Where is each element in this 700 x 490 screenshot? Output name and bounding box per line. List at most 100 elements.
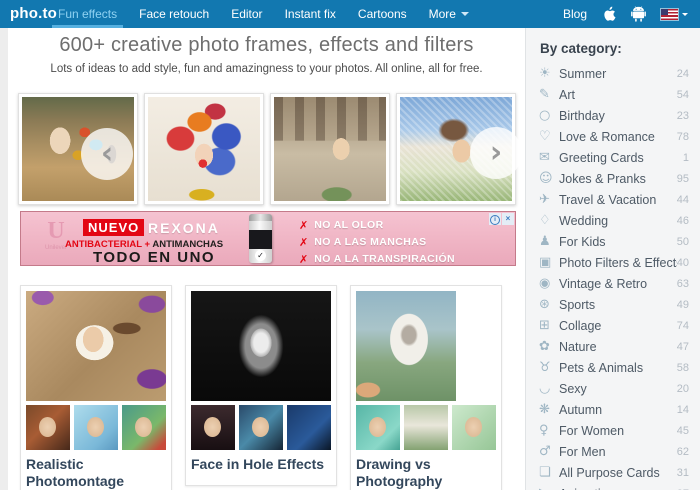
- sun-icon: ☀: [539, 66, 551, 81]
- thumbnail-image[interactable]: [452, 405, 496, 450]
- category-item-photo-filters-effects[interactable]: ▣ Photo Filters & Effects 40: [526, 252, 700, 273]
- heart-icon: ♡: [539, 129, 551, 144]
- category-item-vintage-retro[interactable]: ◉ Vintage & Retro 63: [526, 273, 700, 294]
- nav-item-editor[interactable]: Editor: [225, 0, 268, 28]
- thumbnail-image[interactable]: [356, 405, 400, 450]
- category-label: Birthday: [559, 108, 605, 123]
- category-item-autumn[interactable]: ❋ Autumn 14: [526, 399, 700, 420]
- high-heel-icon: ♀: [539, 423, 549, 438]
- photomontage-preview-image: [26, 291, 166, 401]
- category-item-sports[interactable]: ⊛ Sports 49: [526, 294, 700, 315]
- effect-card-drawing-vs-photography[interactable]: Drawing vs Photography: [350, 285, 502, 490]
- thumbnail-row: [191, 405, 331, 450]
- nav-item-label: Editor: [231, 7, 263, 21]
- thumbnail-image[interactable]: [404, 405, 448, 450]
- category-item-nature[interactable]: ✿ Nature 47: [526, 336, 700, 357]
- ad-bullet: ✗ NO AL OLOR: [299, 217, 455, 233]
- category-item-birthday[interactable]: ○ Birthday 23: [526, 105, 700, 126]
- left-gutter: [0, 28, 8, 490]
- film-reel-icon: ◉: [539, 276, 551, 291]
- category-item-animations[interactable]: ▷Animations27: [526, 483, 700, 490]
- plant-icon: ✿: [539, 339, 550, 354]
- cat-icon: ♉: [539, 360, 551, 375]
- blog-link[interactable]: Blog: [563, 7, 587, 21]
- mustache-icon: ♂: [539, 444, 551, 459]
- ad-bullet-text: NO AL OLOR: [314, 219, 384, 231]
- category-label: Love & Romance: [559, 129, 655, 144]
- category-item-travel-vacation[interactable]: ✈ Travel & Vacation 44: [526, 189, 700, 210]
- nav-item-more[interactable]: More: [423, 0, 475, 28]
- carousel-prev-button[interactable]: ‹: [81, 128, 133, 180]
- apple-icon[interactable]: [602, 6, 616, 22]
- card-title[interactable]: Face in Hole Effects: [191, 456, 331, 473]
- suitcase-icon: ✈: [539, 192, 550, 207]
- carousel-next-button[interactable]: ›: [470, 127, 522, 179]
- category-item-for-women[interactable]: ♀ For Women 45: [526, 420, 700, 441]
- thumbnail-image[interactable]: [26, 405, 70, 450]
- category-item-sexy[interactable]: ◡ Sexy 20: [526, 378, 700, 399]
- thumbnail-image[interactable]: [239, 405, 283, 450]
- category-item-greeting-cards[interactable]: ✉ Greeting Cards 1: [526, 147, 700, 168]
- category-item-wedding[interactable]: ♢ Wedding 46: [526, 210, 700, 231]
- category-sidebar: By category: ☀ Summer 24 ✎ Art 54 ○ Birthday 23 ♡…: [525, 28, 700, 490]
- balloon-icon: ○: [539, 108, 551, 123]
- ad-banner[interactable]: U Unilever NUEVO REXONA ANTIBACTERIAL + …: [20, 211, 516, 266]
- thumbnail-image[interactable]: [191, 405, 235, 450]
- category-count: 49: [676, 298, 689, 311]
- category-label: Wedding: [559, 213, 609, 228]
- category-item-summer[interactable]: ☀ Summer 24: [526, 63, 700, 84]
- category-count: 46: [676, 214, 689, 227]
- ad-bullet-text: NO A LA TRANSPIRACIÓN: [314, 253, 456, 265]
- category-item-love-romance[interactable]: ♡ Love & Romance 78: [526, 126, 700, 147]
- category-count: 31: [676, 466, 689, 479]
- thumbnail-image[interactable]: [287, 405, 331, 450]
- pho-to-logo[interactable]: pho.to: [10, 0, 57, 28]
- category-item-jokes-pranks[interactable]: ☺ Jokes & Pranks 95: [526, 168, 700, 189]
- card-title[interactable]: Drawing vs Photography: [356, 456, 496, 490]
- vintage-street-effect-photo[interactable]: [270, 93, 390, 205]
- language-selector[interactable]: [661, 8, 688, 20]
- chevron-right-icon: ›: [489, 135, 503, 170]
- category-label: Sports: [559, 297, 596, 312]
- category-item-for-kids[interactable]: ♟ For Kids 50: [526, 231, 700, 252]
- category-label: Collage: [559, 318, 602, 333]
- category-item-pets-animals[interactable]: ♉ Pets & Animals 58: [526, 357, 700, 378]
- category-label: For Men: [559, 444, 606, 459]
- category-item-art[interactable]: ✎ Art 54: [526, 84, 700, 105]
- category-item-for-men[interactable]: ♂ For Men 62: [526, 441, 700, 462]
- ad-bullet: ✗ NO A LAS MANCHAS: [299, 234, 455, 250]
- maple-leaf-icon: ❋: [539, 402, 550, 417]
- nav-item-fun-effects[interactable]: Fun effects: [52, 0, 124, 28]
- category-label: Art: [559, 87, 575, 102]
- adchoices-controls: i ×: [489, 213, 514, 225]
- card-title[interactable]: Realistic Photomontage: [26, 456, 166, 490]
- category-count: 20: [676, 382, 689, 395]
- ad-slogan: TODO EN UNO: [93, 249, 216, 266]
- effect-card-face-in-hole-effects[interactable]: Face in Hole Effects: [185, 285, 337, 486]
- adchoices-info-icon[interactable]: i: [489, 213, 501, 225]
- category-item-collage[interactable]: ⊞ Collage 74: [526, 315, 700, 336]
- effect-card-realistic-photomontage[interactable]: Realistic Photomontage: [20, 285, 172, 490]
- category-label: Autumn: [559, 402, 603, 417]
- lips-icon: ◡: [539, 381, 551, 396]
- android-icon[interactable]: [631, 6, 646, 22]
- nav-item-label: Face retouch: [139, 7, 210, 21]
- nav-item-face-retouch[interactable]: Face retouch: [133, 0, 215, 28]
- category-label: Pets & Animals: [559, 360, 644, 375]
- nav-item-cartoons[interactable]: Cartoons: [352, 0, 413, 28]
- thumbnail-row: [26, 405, 166, 450]
- ad-close-icon[interactable]: ×: [502, 213, 514, 225]
- category-label: Sexy: [559, 381, 587, 396]
- photo-effects-page: pho.to Fun effects Face retouch Editor Inst…: [0, 0, 700, 490]
- thumbnail-image[interactable]: [74, 405, 118, 450]
- nav-item-instant-fix[interactable]: Instant fix: [279, 0, 342, 28]
- thumbnail-image[interactable]: [122, 405, 166, 450]
- category-count: 44: [676, 193, 689, 206]
- category-item-all-purpose-cards[interactable]: ❏ All Purpose Cards 31: [526, 462, 700, 483]
- category-count: 40: [676, 256, 689, 269]
- clown-effect-photo[interactable]: [144, 93, 264, 205]
- category-label: Summer: [559, 66, 607, 81]
- thumbnail-row: [356, 405, 496, 450]
- smiley-icon: ☺: [539, 171, 553, 186]
- nav-item-label: Instant fix: [284, 7, 336, 21]
